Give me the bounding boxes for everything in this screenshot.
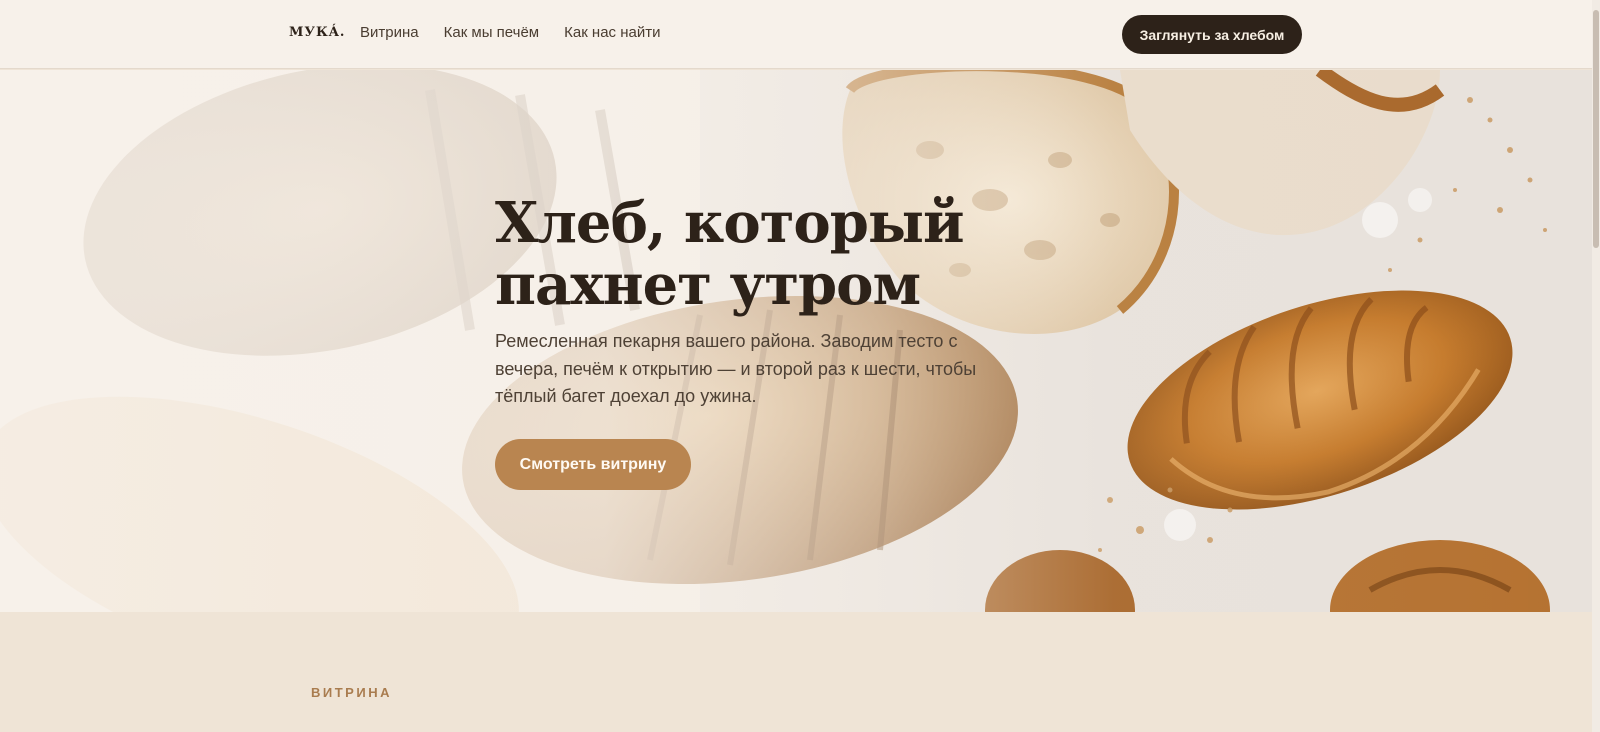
nav-link-how-to-find[interactable]: Как нас найти bbox=[564, 24, 660, 41]
hero-title-line-1: Хлеб, который bbox=[495, 190, 965, 256]
site-header: МУКÁ. Витрина Как мы печём Как нас найти… bbox=[0, 0, 1592, 69]
section-eyebrow: ВИТРИНА bbox=[311, 685, 392, 700]
hero-title-line-2: пахнет утром bbox=[495, 252, 921, 318]
hero-title: Хлеб, который пахнет утром bbox=[495, 192, 1055, 316]
showcase-section: ВИТРИНА bbox=[0, 612, 1592, 732]
header-cta-button[interactable]: Заглянуть за хлебом bbox=[1122, 15, 1302, 54]
main-nav: Витрина Как мы печём Как нас найти bbox=[360, 24, 660, 41]
page: МУКÁ. Витрина Как мы печём Как нас найти… bbox=[0, 0, 1600, 732]
scrollbar-thumb[interactable] bbox=[1593, 10, 1599, 248]
hero-cta-button[interactable]: Смотреть витрину bbox=[495, 439, 691, 490]
hero-description: Ремесленная пекарня вашего района. Завод… bbox=[495, 331, 977, 406]
nav-link-vitrina[interactable]: Витрина bbox=[360, 24, 419, 41]
hero: Хлеб, который пахнет утром Ремесленная п… bbox=[0, 70, 1592, 612]
nav-link-how-we-bake[interactable]: Как мы печём bbox=[444, 24, 540, 41]
logo[interactable]: МУКÁ. bbox=[289, 25, 345, 40]
page-scrollbar[interactable] bbox=[1592, 0, 1600, 732]
